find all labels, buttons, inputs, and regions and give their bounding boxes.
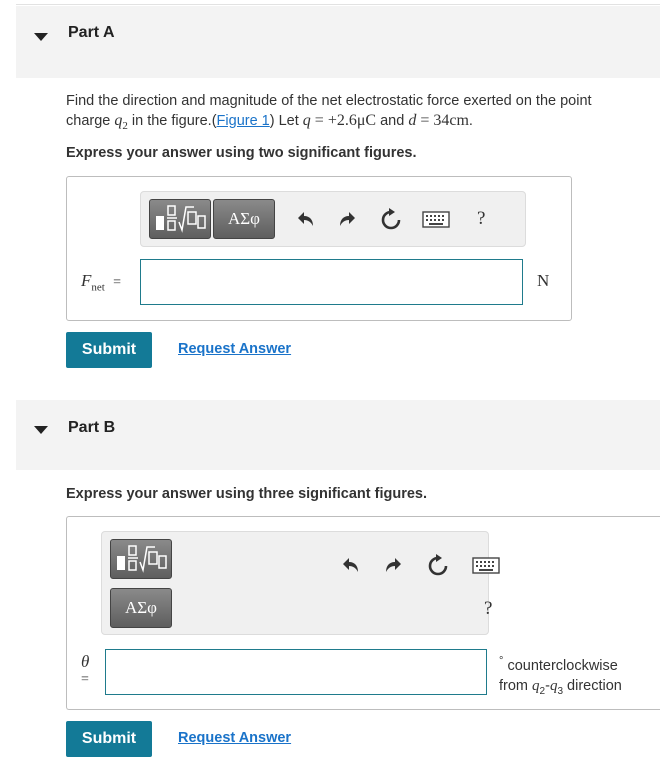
- part-b-submit-button[interactable]: Submit: [66, 721, 152, 757]
- part-a-submit-button[interactable]: Submit: [66, 332, 152, 368]
- unit-label: N: [537, 271, 550, 290]
- question-line-2: charge q2 in the figure.(Figure 1) Let q…: [66, 112, 473, 132]
- reset-icon[interactable]: [426, 554, 450, 578]
- templates-button[interactable]: [110, 539, 172, 579]
- question-line-1: Find the direction and magnitude of the …: [66, 93, 592, 109]
- help-icon[interactable]: ?: [477, 208, 485, 230]
- help-icon[interactable]: ?: [484, 598, 492, 620]
- part-b-toolbar: ΑΣφ ?: [101, 531, 500, 635]
- templates-icon: [156, 205, 206, 233]
- part-a-title: Part A: [68, 24, 115, 41]
- figure-link[interactable]: Figure 1: [217, 113, 270, 129]
- part-a-request-answer-link[interactable]: Request Answer: [178, 341, 291, 357]
- theta-label: θ =: [81, 652, 90, 688]
- top-divider: [16, 4, 660, 5]
- undo-icon[interactable]: [338, 554, 362, 578]
- greek-button[interactable]: ΑΣφ: [110, 588, 172, 628]
- redo-icon[interactable]: [382, 554, 406, 578]
- part-b-title: Part B: [68, 419, 116, 436]
- part-a-question: Find the direction and magnitude of the …: [66, 91, 660, 136]
- part-a-header[interactable]: Part A: [16, 6, 660, 78]
- templates-button[interactable]: [149, 199, 211, 239]
- part-b-request-answer-link[interactable]: Request Answer: [178, 730, 291, 746]
- undo-icon[interactable]: [293, 208, 317, 232]
- reset-icon[interactable]: [379, 208, 403, 232]
- f-net-label: Fnet =: [81, 271, 121, 294]
- part-b-instruction: Express your answer using three signific…: [66, 486, 427, 502]
- f-net-input[interactable]: [140, 259, 523, 305]
- part-b-answer-box: ΑΣφ ? θ = ° counterclockwise from q2-q3 …: [66, 516, 660, 710]
- angle-unit-label: ° counterclockwise from q2-q3 direction: [499, 655, 622, 697]
- caret-down-icon[interactable]: [34, 426, 48, 434]
- keyboard-icon[interactable]: [422, 210, 450, 230]
- redo-icon[interactable]: [336, 208, 360, 232]
- caret-down-icon[interactable]: [34, 33, 48, 41]
- part-b-header[interactable]: Part B: [16, 400, 660, 470]
- theta-input[interactable]: [105, 649, 487, 695]
- part-a-toolbar: ΑΣφ ?: [140, 191, 526, 247]
- keyboard-icon[interactable]: [472, 556, 500, 576]
- part-a-instruction: Express your answer using two significan…: [66, 145, 417, 161]
- greek-button[interactable]: ΑΣφ: [213, 199, 275, 239]
- templates-icon: [117, 545, 167, 573]
- part-a-answer-box: ΑΣφ ? Fnet = N: [66, 176, 572, 321]
